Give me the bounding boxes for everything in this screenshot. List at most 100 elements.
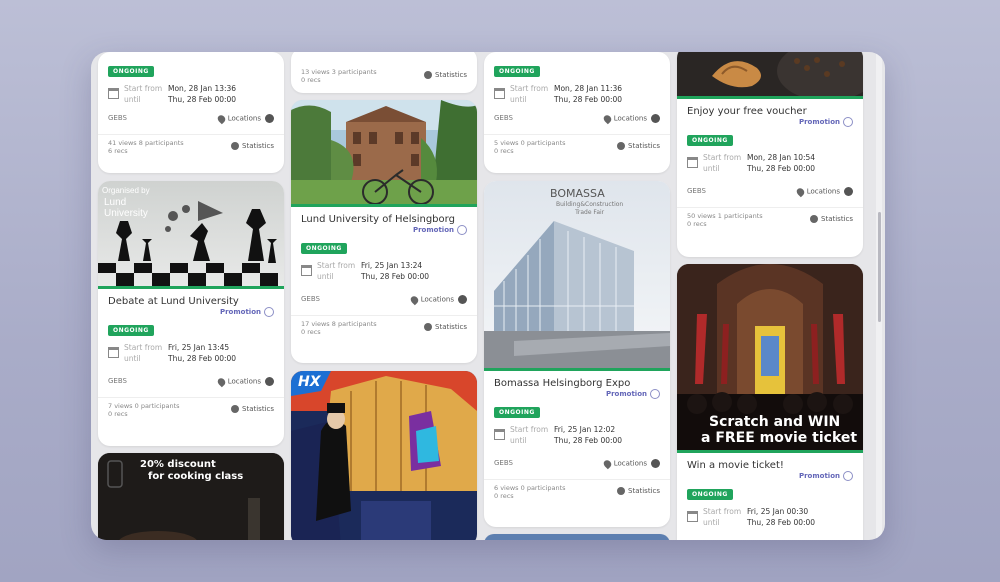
start-date: Fri, 25 Jan 13:24 [361, 261, 423, 270]
date-range: Start from Fri, 25 Jan 00:30 until Thu, … [687, 505, 853, 531]
calendar-icon [687, 157, 698, 168]
statistics-link[interactable]: Statistics [617, 142, 660, 150]
scrollbar-thumb[interactable] [878, 212, 881, 322]
circus-image: HX [291, 371, 477, 540]
end-date: Thu, 28 Feb 00:00 [554, 95, 623, 104]
organizer: GEBS [108, 114, 127, 122]
stats-row: 17 views 8 participants 0 recs Statistic… [291, 315, 477, 339]
event-title[interactable]: Win a movie ticket! [677, 453, 863, 471]
status-badge: ONGOING [108, 66, 154, 77]
end-date: Thu, 28 Feb 00:00 [168, 354, 237, 363]
event-card[interactable]: HX [291, 371, 477, 540]
locations-link[interactable]: Locations [601, 458, 660, 469]
movie-image: Scratch and WIN a FREE movie ticket [677, 264, 863, 453]
status-badge: ONGOING [687, 489, 733, 500]
end-date: Thu, 28 Feb 00:00 [361, 272, 430, 281]
calendar-icon [687, 511, 698, 522]
promotion-icon [650, 389, 660, 399]
locations-link[interactable]: Locations [408, 294, 467, 305]
info-icon [458, 295, 467, 304]
start-date: Fri, 25 Jan 00:30 [747, 507, 809, 516]
status-badge: ONGOING [301, 243, 347, 254]
date-range: Start from Mon, 28 Jan 13:36 until Thu, … [108, 82, 274, 108]
event-title[interactable]: Debate at Lund University [98, 289, 284, 307]
promotion-link[interactable]: Promotion [677, 117, 863, 127]
statistics-link[interactable]: Statistics [617, 487, 660, 495]
event-card[interactable]: BOMASSA Building&Construction Trade Fair… [484, 181, 670, 527]
hx-logo: HX [298, 374, 321, 390]
end-date: Thu, 28 Feb 00:00 [168, 95, 237, 104]
event-card[interactable]: 20% discount for cooking class [98, 453, 284, 540]
status-badge: ONGOING [494, 407, 540, 418]
date-range: Start from Fri, 25 Jan 13:45 until Thu, … [108, 341, 274, 367]
image-caption-line2: a FREE movie ticket [701, 430, 858, 446]
location-pin-icon [794, 186, 806, 197]
location-pin-icon [215, 376, 227, 387]
bomassa-image: BOMASSA Building&Construction Trade Fair [484, 181, 670, 371]
promotion-link[interactable]: Promotion [98, 307, 284, 317]
stats-row: 5 views 0 participants 0 recs Statistics [484, 134, 670, 158]
organizer: GEBS [494, 114, 513, 122]
locations-link[interactable]: Locations [601, 113, 660, 124]
svg-text:Lund: Lund [104, 197, 126, 208]
info-icon [265, 114, 274, 123]
event-image: Organised by Lund University [98, 181, 284, 289]
locations-link[interactable]: Locations [215, 113, 274, 124]
status-badge: ONGOING [108, 325, 154, 336]
event-card[interactable]: Scratch and WIN a FREE movie ticket Win … [677, 264, 863, 540]
start-date: Mon, 28 Jan 13:36 [168, 84, 237, 93]
stats-row: 50 views 1 participants 0 recs Statistic… [677, 207, 863, 231]
statistics-link[interactable]: Statistics [424, 71, 467, 79]
image-title: BOMASSA [550, 187, 605, 200]
date-range: Start from Mon, 28 Jan 10:54 until Thu, … [687, 151, 853, 177]
info-icon [651, 459, 660, 468]
end-date: Thu, 28 Feb 00:00 [747, 518, 816, 527]
event-title[interactable]: Lund University of Helsingborg [291, 207, 477, 225]
stats-row: 7 views 0 participants 0 recs Statistics [98, 397, 284, 421]
calendar-icon [108, 88, 119, 99]
stats-row: 6 views 0 participants 0 recs Statistics [484, 479, 670, 503]
end-date: Thu, 28 Feb 00:00 [554, 436, 623, 445]
status-badge: ONGOING [494, 66, 540, 77]
locations-link[interactable]: Locations [215, 376, 274, 387]
end-date: Thu, 28 Feb 00:00 [747, 164, 816, 173]
event-title[interactable]: Bomassa Helsingborg Expo [484, 371, 670, 389]
promotion-link[interactable]: Promotion [484, 389, 670, 399]
info-icon [844, 187, 853, 196]
location-pin-icon [215, 113, 227, 124]
location-pin-icon [601, 113, 613, 124]
promotion-link[interactable]: Promotion [291, 225, 477, 235]
calendar-icon [494, 88, 505, 99]
statistics-link[interactable]: Statistics [810, 215, 853, 223]
locations-link[interactable]: Locations [794, 186, 853, 197]
event-card[interactable]: ONGOING Start from Mon, 28 Jan 13:36 unt… [98, 52, 284, 173]
university-image [291, 100, 477, 207]
event-card[interactable]: Organised by Lund University Debate at L… [98, 181, 284, 446]
croissant-image [677, 52, 863, 99]
info-icon [651, 114, 660, 123]
event-card[interactable]: Enjoy your free voucher Promotion ONGOIN… [677, 52, 863, 257]
organizer: GEBS [494, 459, 513, 467]
start-date: Fri, 25 Jan 13:45 [168, 343, 230, 352]
promotion-link[interactable]: Promotion [677, 471, 863, 481]
organizer: GEBS [301, 295, 320, 303]
statistics-link[interactable]: Statistics [231, 142, 274, 150]
info-icon [265, 377, 274, 386]
promotion-icon [457, 225, 467, 235]
start-date: Mon, 28 Jan 11:36 [554, 84, 623, 93]
organizer: GEBS [687, 187, 706, 195]
event-title[interactable]: Enjoy your free voucher [677, 99, 863, 117]
image-caption-line2: for cooking class [148, 471, 244, 482]
event-card[interactable]: Lund University of Helsingborg Promotion… [291, 100, 477, 363]
location-pin-icon [408, 294, 420, 305]
event-card[interactable]: 13 views 3 participants 0 recs Statistic… [291, 52, 477, 93]
promotion-icon [843, 117, 853, 127]
event-card[interactable]: ONGOING Start from Mon, 28 Jan 11:36 unt… [484, 52, 670, 173]
statistics-link[interactable]: Statistics [424, 323, 467, 331]
statistics-link[interactable]: Statistics [231, 405, 274, 413]
event-card[interactable] [484, 534, 670, 540]
promotion-icon [264, 307, 274, 317]
organizer: GEBS [108, 377, 127, 385]
image-subtitle: Building&Construction Trade Fair [556, 201, 624, 216]
location-pin-icon [601, 458, 613, 469]
